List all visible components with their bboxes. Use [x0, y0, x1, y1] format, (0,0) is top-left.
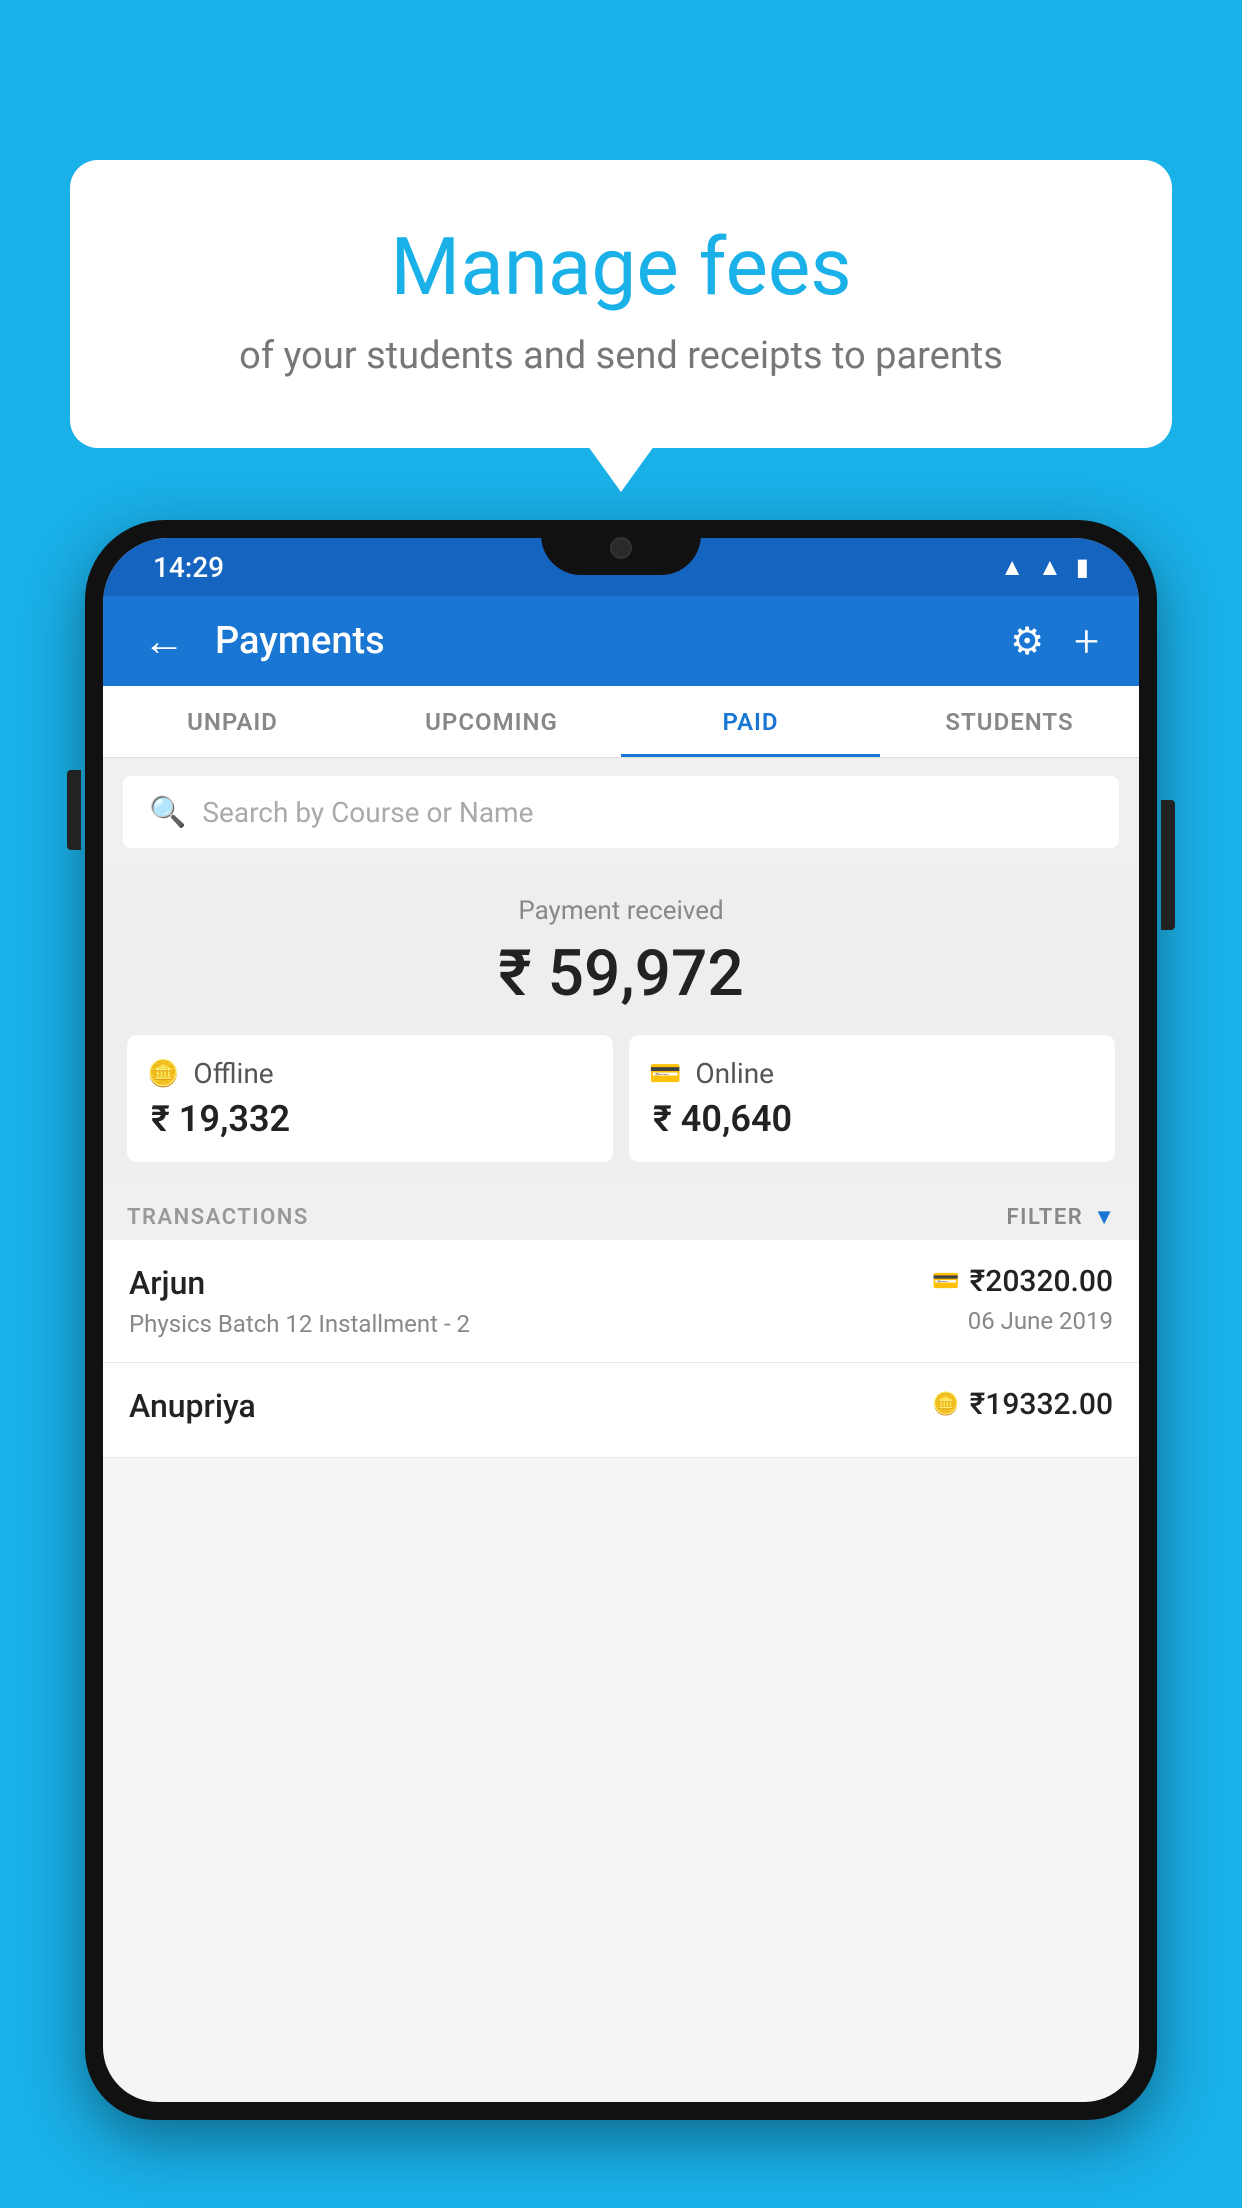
payment-label: Payment received [123, 896, 1119, 926]
filter-label: FILTER [1007, 1205, 1084, 1230]
search-bar[interactable]: 🔍 Search by Course or Name [123, 776, 1119, 848]
offline-card-header: 🪙 Offline [147, 1057, 274, 1090]
gear-icon[interactable]: ⚙ [1010, 619, 1044, 664]
wifi-icon: ▲ [1000, 553, 1024, 582]
offline-card: 🪙 Offline ₹ 19,332 [127, 1035, 613, 1162]
payment-cards: 🪙 Offline ₹ 19,332 💳 Online ₹ 40,640 [127, 1035, 1115, 1162]
back-button[interactable]: ← [143, 617, 185, 666]
transaction-right: 🪙 ₹19332.00 [932, 1387, 1113, 1430]
tab-upcoming[interactable]: UPCOMING [362, 686, 621, 757]
signal-icon: ▲ [1038, 553, 1062, 582]
online-amount: ₹ 40,640 [649, 1098, 792, 1140]
speech-bubble-container: Manage fees of your students and send re… [70, 160, 1172, 448]
status-icons: ▲ ▲ ▮ [1000, 553, 1089, 582]
phone-container: 14:29 ▲ ▲ ▮ ← Payments ⚙ + UNPAID [85, 520, 1157, 2208]
bubble-title: Manage fees [150, 220, 1092, 314]
online-icon: 💳 [649, 1059, 681, 1089]
table-row[interactable]: Arjun Physics Batch 12 Installment - 2 💳… [103, 1240, 1139, 1363]
online-label: Online [695, 1057, 774, 1090]
online-payment-icon: 💳 [932, 1269, 959, 1294]
online-card: 💳 Online ₹ 40,640 [629, 1035, 1115, 1162]
search-input[interactable]: Search by Course or Name [202, 796, 533, 829]
filter-wrap[interactable]: FILTER ▼ [1007, 1204, 1115, 1230]
battery-icon: ▮ [1076, 553, 1089, 581]
offline-payment-icon: 🪙 [932, 1392, 959, 1417]
transaction-date: 06 June 2019 [968, 1307, 1113, 1335]
offline-icon: 🪙 [147, 1059, 179, 1089]
transaction-amount-row: 💳 ₹20320.00 [932, 1264, 1113, 1299]
transaction-name: Anupriya [129, 1387, 932, 1425]
tab-unpaid[interactable]: UNPAID [103, 686, 362, 757]
camera [610, 537, 632, 559]
phone-notch [541, 520, 701, 575]
payment-summary: Payment received ₹ 59,972 🪙 Offline ₹ 19… [103, 866, 1139, 1182]
transaction-right: 💳 ₹20320.00 06 June 2019 [932, 1264, 1113, 1335]
search-icon: 🔍 [149, 795, 186, 830]
tabs-bar: UNPAID UPCOMING PAID STUDENTS [103, 686, 1139, 758]
app-header: ← Payments ⚙ + [103, 596, 1139, 686]
payment-amount: ₹ 59,972 [123, 936, 1119, 1011]
transaction-course: Physics Batch 12 Installment - 2 [129, 1310, 932, 1338]
transactions-header: TRANSACTIONS FILTER ▼ [103, 1182, 1139, 1240]
offline-amount: ₹ 19,332 [147, 1098, 290, 1140]
transaction-left: Arjun Physics Batch 12 Installment - 2 [129, 1264, 932, 1338]
transaction-list: Arjun Physics Batch 12 Installment - 2 💳… [103, 1240, 1139, 1458]
filter-icon: ▼ [1093, 1204, 1115, 1230]
online-card-header: 💳 Online [649, 1057, 774, 1090]
phone-screen: 14:29 ▲ ▲ ▮ ← Payments ⚙ + UNPAID [103, 538, 1139, 2102]
add-button[interactable]: + [1074, 615, 1099, 667]
table-row[interactable]: Anupriya 🪙 ₹19332.00 [103, 1363, 1139, 1458]
speech-bubble: Manage fees of your students and send re… [70, 160, 1172, 448]
status-time: 14:29 [153, 551, 224, 584]
tab-paid[interactable]: PAID [621, 686, 880, 757]
tab-students[interactable]: STUDENTS [880, 686, 1139, 757]
transaction-amount: ₹19332.00 [970, 1387, 1113, 1422]
offline-label: Offline [193, 1057, 273, 1090]
transaction-name: Arjun [129, 1264, 932, 1302]
phone-outer: 14:29 ▲ ▲ ▮ ← Payments ⚙ + UNPAID [85, 520, 1157, 2120]
transaction-amount-row: 🪙 ₹19332.00 [932, 1387, 1113, 1422]
transaction-amount: ₹20320.00 [970, 1264, 1113, 1299]
content-area: 🔍 Search by Course or Name Payment recei… [103, 758, 1139, 1458]
header-title: Payments [215, 619, 1010, 663]
transactions-label: TRANSACTIONS [127, 1205, 309, 1230]
transaction-left: Anupriya [129, 1387, 932, 1433]
bubble-subtitle: of your students and send receipts to pa… [150, 334, 1092, 378]
